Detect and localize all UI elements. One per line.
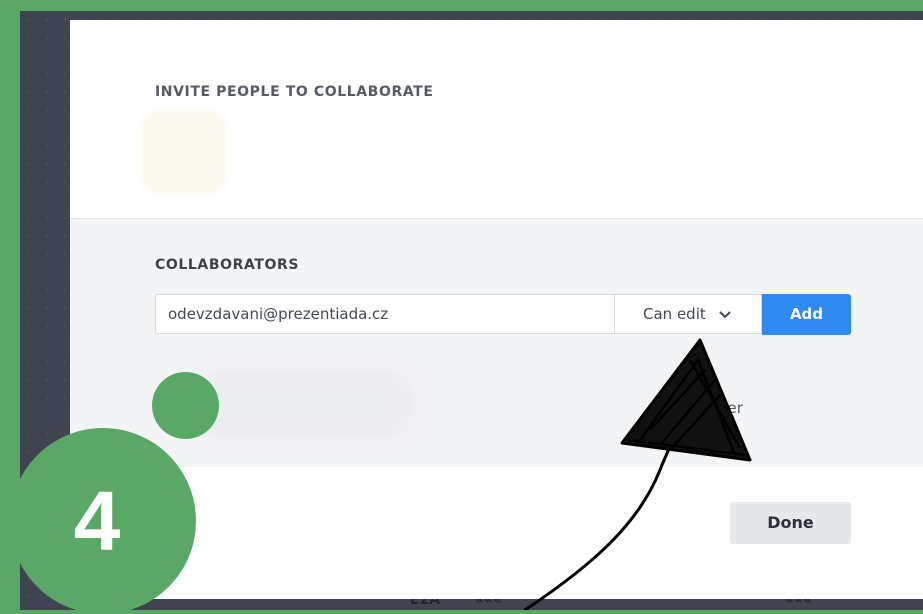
hand-drawn-arrow-icon — [523, 338, 752, 610]
